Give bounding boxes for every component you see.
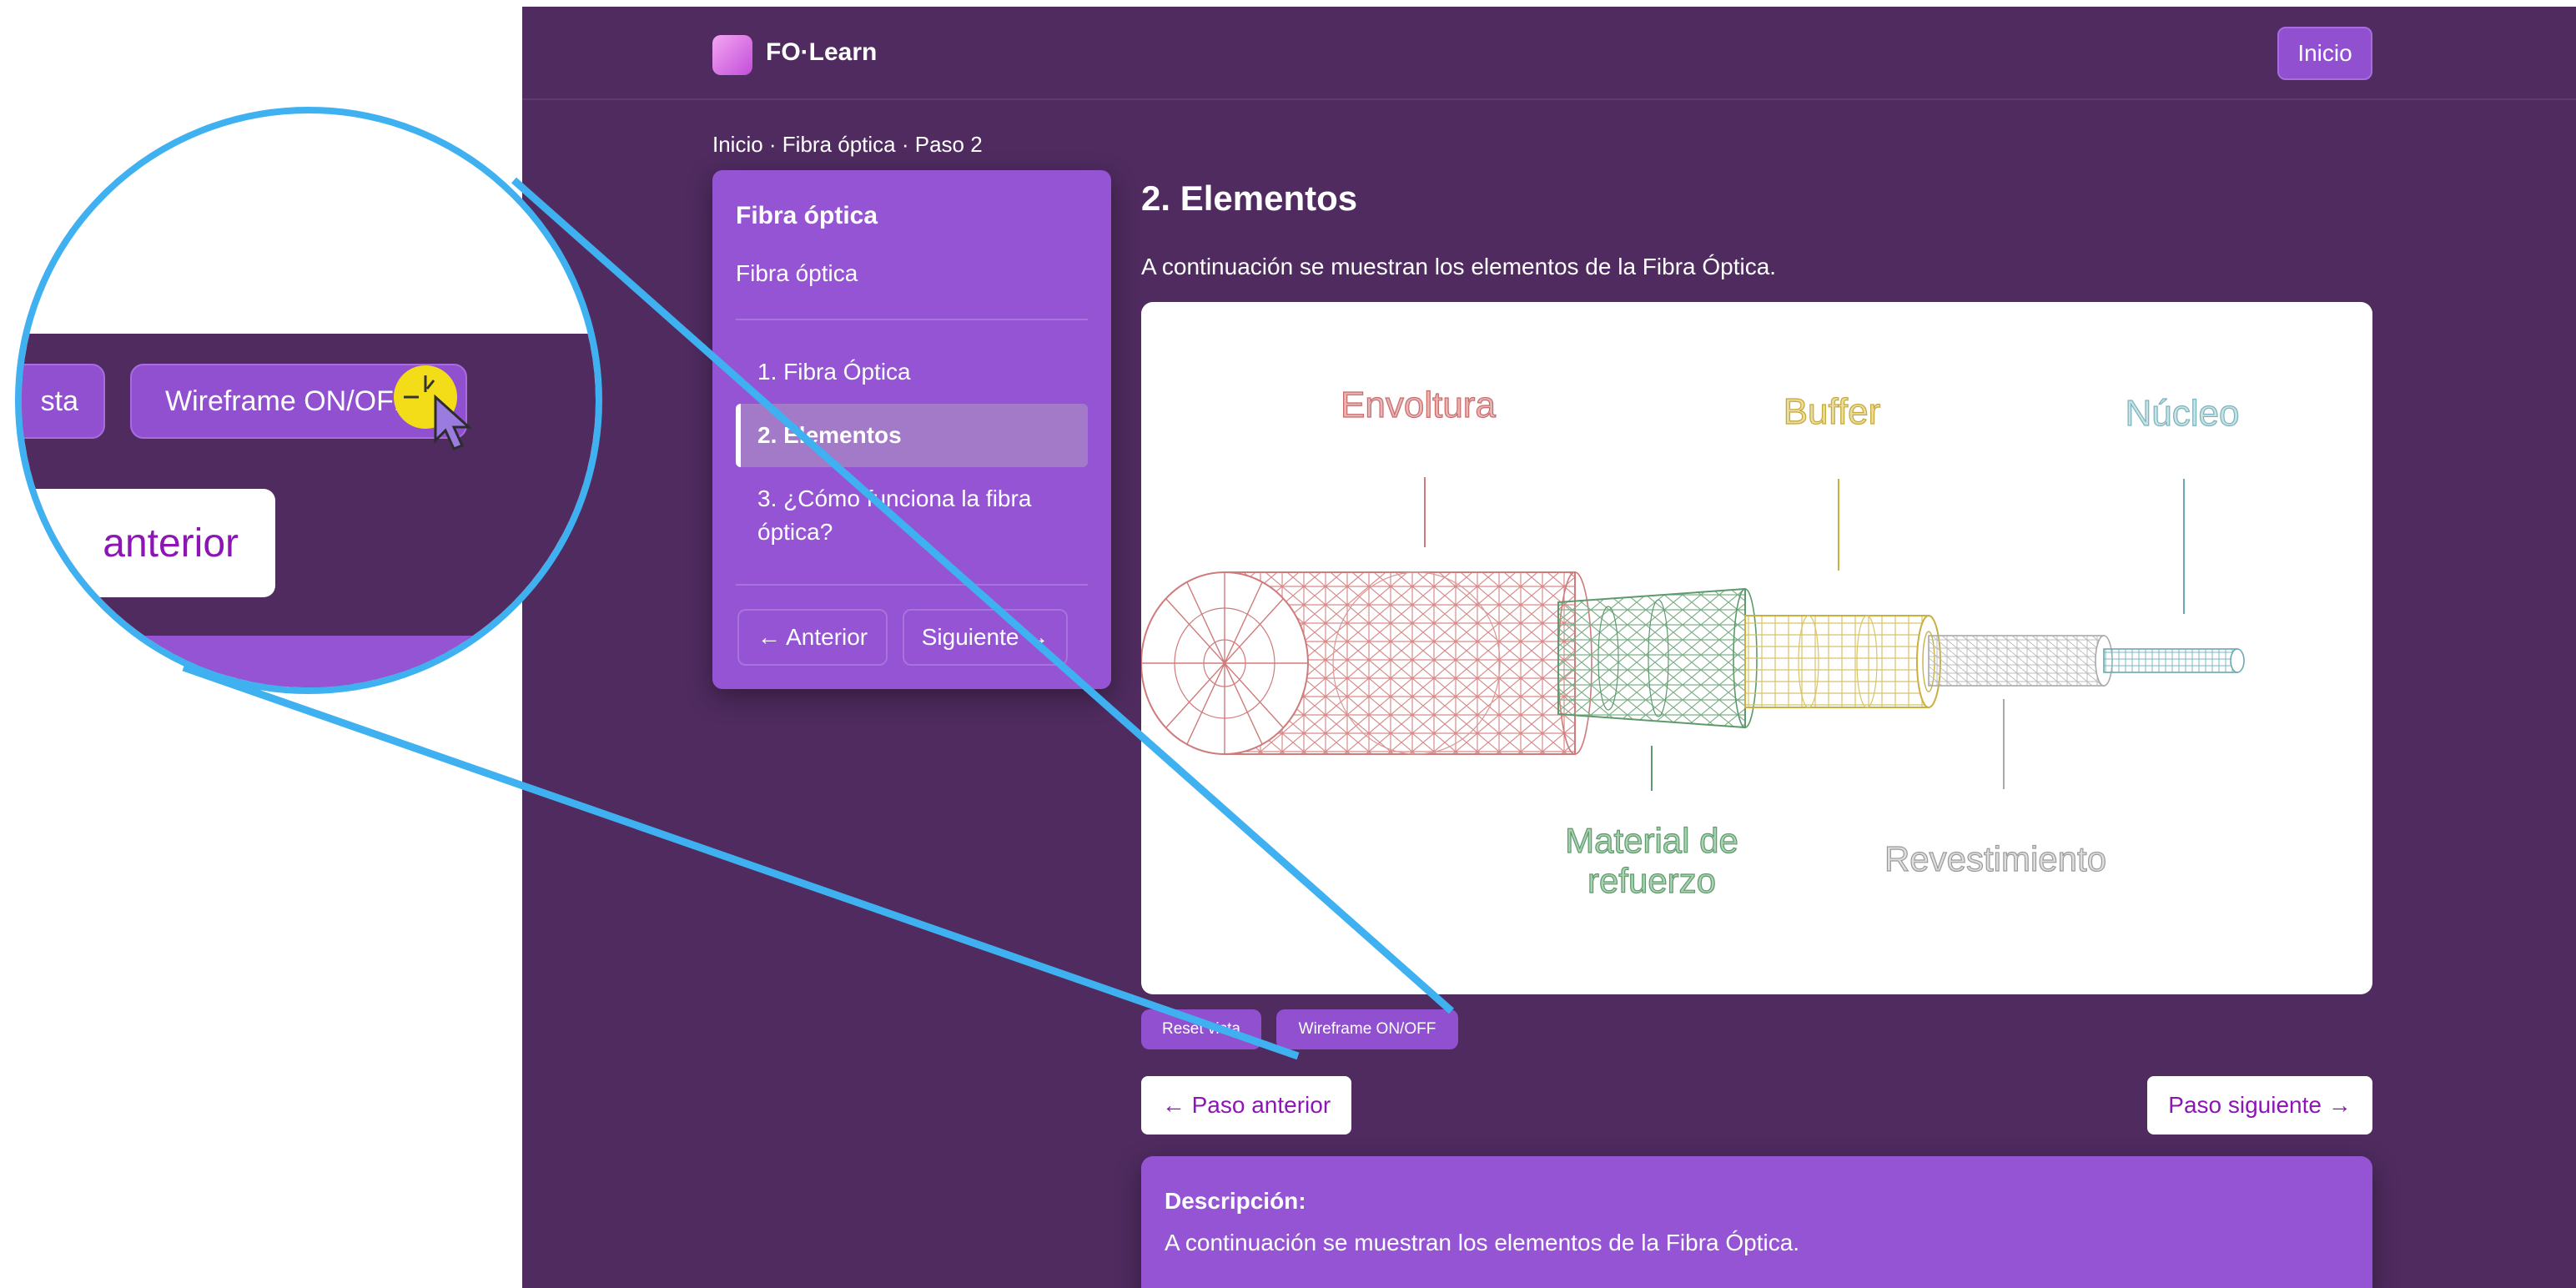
sidebar-subtitle: Fibra óptica xyxy=(736,260,858,286)
label-buffer: Buffer xyxy=(1784,391,1881,432)
zoom-reset-button-fragment: sta xyxy=(22,364,105,439)
wireframe-toggle-button[interactable]: Wireframe ON/OFF xyxy=(1276,1009,1458,1049)
label-revestimiento: Revestimiento xyxy=(1884,839,2106,878)
top-navbar: FO·Learn Inicio xyxy=(522,7,2576,100)
app-window: FO·Learn Inicio Inicio · Fibra óptica · … xyxy=(522,7,2576,1288)
refuerzo-layer xyxy=(1557,587,1758,729)
sidebar-item-fibra-optica[interactable]: 1. Fibra Óptica xyxy=(736,359,1088,385)
label-material-line2: refuerzo xyxy=(1587,861,1716,900)
intro-text: A continuación se muestran los elementos… xyxy=(1141,254,1777,279)
fiber-3d-viewer[interactable]: Envoltura Buffer Núcleo Material de refu… xyxy=(1141,302,2372,994)
breadcrumb: Inicio · Fibra óptica · Paso 2 xyxy=(712,132,983,157)
brand-name[interactable]: FO·Learn xyxy=(766,38,877,67)
description-text: A continuación se muestran los elementos… xyxy=(1165,1230,1800,1255)
zoom-description-strip xyxy=(22,636,596,687)
envoltura-layer xyxy=(1141,571,1592,755)
description-title: Descripción: xyxy=(1165,1188,1306,1214)
nucleo-layer xyxy=(2103,648,2245,673)
sidebar-item-como-funciona[interactable]: 3. ¿Cómo funciona la fibra xyxy=(736,486,1088,512)
logo-icon xyxy=(712,35,752,75)
sidebar-item-elementos[interactable]: 2. Elementos xyxy=(736,404,1088,467)
sidebar-next-button[interactable]: Siguiente → xyxy=(903,609,1068,666)
fiber-wireframe-diagram: Envoltura Buffer Núcleo Material de refu… xyxy=(1141,384,2245,901)
sidebar-item-como-funciona-line2[interactable]: óptica? xyxy=(736,519,1088,546)
zoom-magnifier: sta Wireframe ON/OFF anterior xyxy=(15,107,602,694)
prev-step-button[interactable]: ← Paso anterior xyxy=(1141,1076,1351,1135)
page-title: 2. Elementos xyxy=(1141,179,1358,218)
revestimiento-layer xyxy=(1928,635,2113,687)
zoom-prev-step-fragment: anterior xyxy=(22,489,275,597)
buffer-layer xyxy=(1744,615,1941,708)
sidebar-divider xyxy=(736,319,1088,320)
description-panel: Descripción: A continuación se muestran … xyxy=(1141,1156,2372,1288)
next-step-button[interactable]: Paso siguiente → xyxy=(2147,1076,2372,1135)
home-button[interactable]: Inicio xyxy=(2277,27,2372,80)
sidebar-title: Fibra óptica xyxy=(736,202,878,229)
label-material-line1: Material de xyxy=(1565,821,1738,860)
sidebar: Fibra óptica Fibra óptica 1. Fibra Óptic… xyxy=(712,170,1111,689)
mouse-pointer-icon xyxy=(404,375,472,450)
reset-view-button[interactable]: Reset vista xyxy=(1141,1009,1261,1049)
label-nucleo: Núcleo xyxy=(2126,393,2240,434)
sidebar-divider xyxy=(736,584,1088,586)
label-envoltura: Envoltura xyxy=(1341,385,1496,425)
sidebar-prev-button[interactable]: ← Anterior xyxy=(737,609,888,666)
